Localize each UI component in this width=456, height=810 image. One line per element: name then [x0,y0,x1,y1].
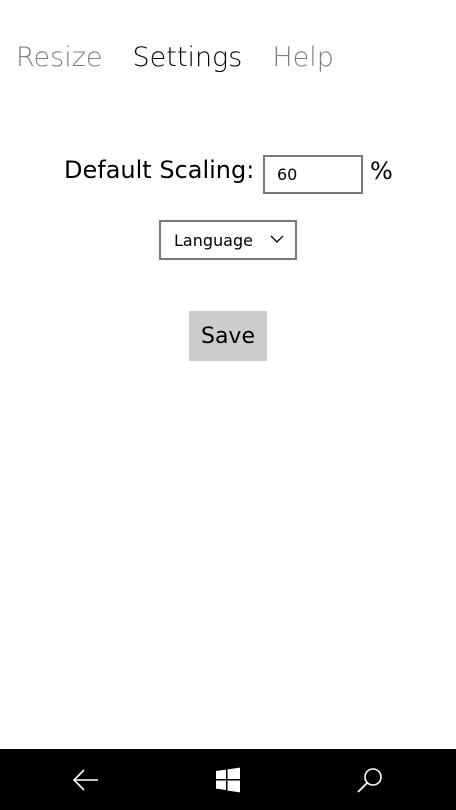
start-button[interactable] [188,749,268,810]
chevron-down-icon [270,235,284,243]
percent-sign: % [370,157,393,185]
language-combobox-label: Language [174,230,253,250]
app-screen: Resize Settings Help Default Scaling: % … [0,0,456,810]
default-scaling-label: Default Scaling: [64,156,255,184]
back-arrow-icon [72,768,98,791]
search-icon [357,767,382,793]
system-navigation-bar [0,749,456,810]
language-combobox[interactable]: Language [159,220,297,260]
default-scaling-input[interactable] [263,155,363,194]
windows-start-icon [216,767,240,792]
tab-resize[interactable]: Resize [16,42,103,73]
tab-settings[interactable]: Settings [133,42,243,73]
save-button[interactable]: Save [189,311,267,361]
pivot-header: Resize Settings Help [16,42,334,73]
search-button[interactable] [330,749,410,810]
tab-help[interactable]: Help [272,42,334,73]
back-button[interactable] [46,749,126,810]
